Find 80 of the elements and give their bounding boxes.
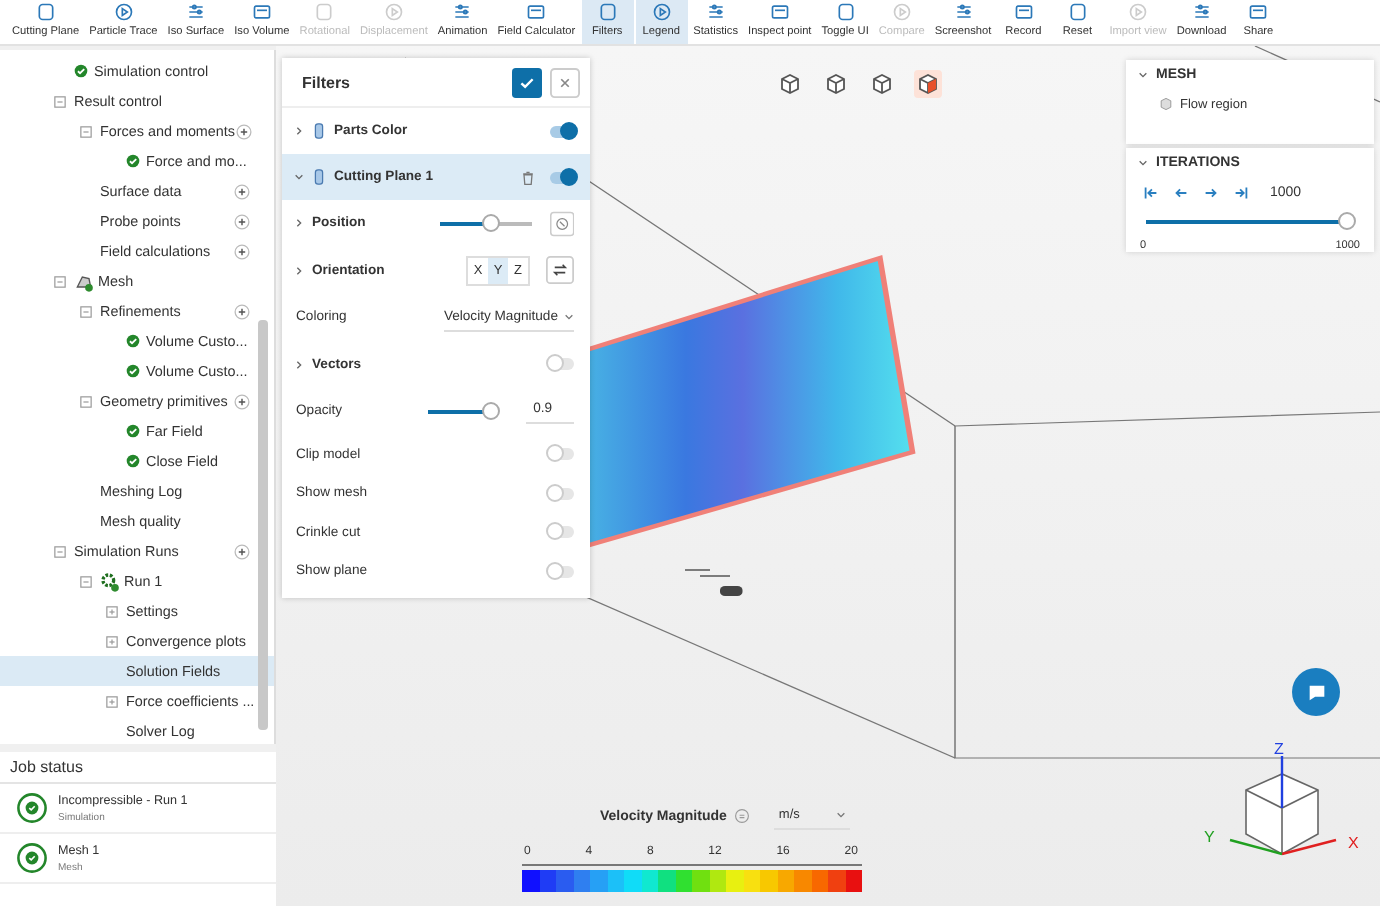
toggle-switch[interactable] (550, 487, 574, 500)
collapse-icon[interactable] (80, 305, 92, 317)
axis-label: Y (1204, 830, 1215, 846)
tool-icon (452, 2, 473, 22)
check-circle-icon (16, 792, 48, 824)
info-icon[interactable] (734, 808, 751, 824)
add-button[interactable] (234, 243, 250, 259)
filter-icon (310, 122, 328, 140)
collapse-icon[interactable] (80, 125, 92, 137)
chevron-right-icon[interactable] (294, 359, 304, 370)
chevron-right-icon[interactable] (294, 126, 304, 136)
trash-icon[interactable] (520, 169, 536, 185)
collapse-icon[interactable] (54, 95, 66, 107)
tool-icon (597, 2, 618, 22)
panel-title: Filters (302, 73, 351, 91)
tool-icon (1128, 2, 1148, 22)
tool-icon (1067, 2, 1088, 22)
tool-icon (113, 2, 134, 22)
chevron-down-icon[interactable] (294, 172, 304, 182)
tool-icon (383, 2, 404, 22)
collapse-icon[interactable] (80, 575, 92, 587)
toggle-switch[interactable] (550, 448, 574, 461)
tool-icon (1191, 2, 1212, 22)
chevron-down-icon (836, 810, 847, 820)
swap-button[interactable] (546, 256, 574, 285)
tool-icon (526, 2, 547, 22)
add-button[interactable] (234, 213, 250, 229)
expand-icon[interactable] (106, 695, 118, 707)
view-cube-button[interactable] (776, 70, 804, 98)
axis-label: Z (1274, 742, 1284, 758)
expand-icon[interactable] (106, 605, 118, 617)
add-button[interactable] (234, 543, 250, 559)
chevron-down-icon[interactable] (1138, 70, 1148, 80)
chat-icon (1305, 681, 1327, 703)
tool-icon (953, 2, 974, 22)
add-button[interactable] (234, 303, 250, 319)
first-button[interactable] (1142, 184, 1160, 202)
check-circle-icon (16, 842, 48, 874)
last-button[interactable] (1232, 184, 1250, 202)
axis-label: X (1348, 836, 1359, 852)
expand-icon[interactable] (106, 635, 118, 647)
view-cube-button[interactable] (822, 70, 850, 98)
tool-icon (35, 2, 56, 22)
tool-icon (835, 2, 856, 22)
collapse-icon[interactable] (54, 275, 66, 287)
scrollbar[interactable] (258, 320, 268, 730)
view-cube-button[interactable] (914, 70, 942, 98)
tool-icon (314, 2, 335, 22)
add-button[interactable] (234, 183, 250, 199)
toggle-switch[interactable] (550, 125, 574, 137)
tool-icon (185, 2, 206, 22)
tool-icon (1248, 2, 1269, 22)
chevron-down-icon[interactable] (1138, 158, 1148, 168)
chevron-right-icon[interactable] (294, 265, 304, 276)
tool-icon (891, 2, 912, 22)
tool-icon (651, 2, 672, 22)
collapse-icon[interactable] (80, 395, 92, 407)
mesh-icon (74, 271, 94, 291)
toggle-switch[interactable] (550, 358, 574, 371)
tool-icon (705, 2, 726, 22)
tool-icon (1013, 2, 1034, 22)
add-button[interactable] (235, 123, 252, 139)
collapse-icon[interactable] (54, 545, 66, 557)
filter-icon (310, 168, 328, 186)
previous-button[interactable] (1172, 184, 1190, 202)
view-cube-button[interactable] (868, 70, 896, 98)
add-button[interactable] (234, 393, 250, 409)
next-button[interactable] (1202, 184, 1220, 202)
toggle-switch[interactable] (550, 565, 574, 578)
toggle-switch[interactable] (550, 526, 574, 539)
cube-icon (1158, 96, 1174, 112)
chat-button[interactable] (1292, 668, 1340, 716)
reset-button[interactable] (549, 209, 574, 238)
confirm-button[interactable] (512, 67, 542, 97)
toggle-switch[interactable] (550, 171, 574, 183)
tool-icon (769, 2, 790, 22)
gear-icon (100, 571, 120, 591)
chevron-down-icon (564, 311, 574, 322)
chevron-right-icon[interactable] (294, 218, 304, 229)
tool-icon (251, 2, 272, 22)
